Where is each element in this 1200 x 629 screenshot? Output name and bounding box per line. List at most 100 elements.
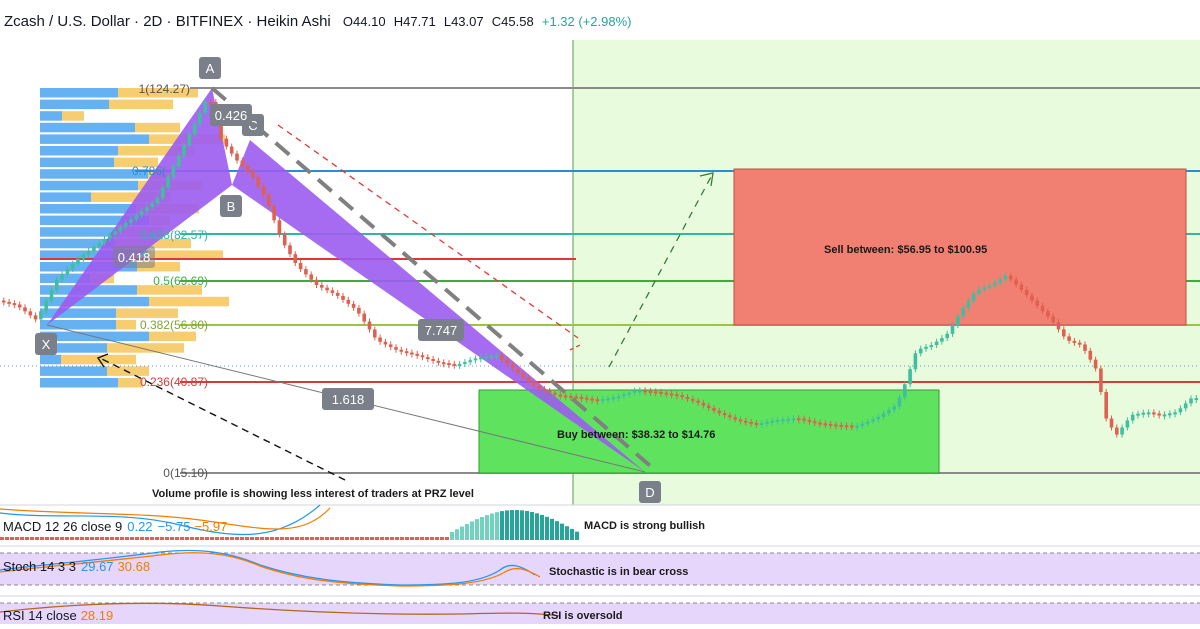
macd-histogram-bar [425, 537, 429, 540]
rsi-name: RSI 14 close [3, 608, 77, 623]
candle-body [346, 299, 351, 304]
fib-label-0382: 0.382(56.80) [140, 318, 208, 332]
stoch-legend[interactable]: Stoch 14 3 3 29.67 30.68 [3, 559, 150, 574]
macd-legend[interactable]: MACD 12 26 close 9 0.22 −5.75 −5.97 [3, 519, 227, 534]
volume-profile-bar-down [149, 296, 229, 307]
volume-profile-bar-down [116, 308, 178, 318]
candle-body [903, 384, 907, 398]
stoch-value-2: 30.68 [117, 559, 151, 574]
macd-histogram-bar [170, 537, 174, 540]
ohlc-change: +1.32 (+2.98%) [541, 14, 632, 29]
candle-body [563, 395, 568, 398]
rsi-legend[interactable]: RSI 14 close 28.19 [3, 608, 113, 623]
macd-histogram-bar [50, 537, 54, 540]
macd-histogram-bar [25, 537, 29, 540]
candle-body [1019, 284, 1024, 290]
macd-histogram-bar [510, 510, 514, 540]
symbol-header[interactable]: Zcash / U.S. Dollar · 2D · BITFINEX · He… [4, 13, 632, 30]
candle-body [288, 245, 292, 255]
macd-histogram-bar [340, 537, 344, 540]
macd-histogram-bar [45, 537, 49, 540]
macd-histogram-bar [570, 528, 574, 540]
candle-body [463, 362, 467, 365]
macd-histogram-bar [225, 537, 229, 540]
candle-body [526, 377, 531, 382]
candle-body [314, 279, 319, 285]
volume-profile-bar-up [40, 88, 118, 98]
candle-body [945, 333, 949, 339]
candle-body [394, 347, 398, 350]
candle-body [129, 219, 133, 224]
macd-histogram-bar [10, 537, 14, 540]
candle-body [908, 369, 912, 385]
candle-body [775, 419, 780, 422]
candle-body [834, 424, 838, 427]
candle-body [664, 392, 669, 395]
macd-histogram-bar [85, 537, 89, 540]
volume-note-dashed-arrow [99, 357, 346, 481]
candle-body [759, 422, 764, 425]
point-d-marker[interactable]: D [639, 481, 661, 503]
macd-histogram-bar [105, 537, 109, 540]
candle-body [65, 269, 70, 275]
volume-profile-bar-down [107, 343, 184, 353]
candle-body [669, 393, 674, 396]
svg-text:7.747: 7.747 [425, 323, 458, 338]
macd-histogram-bar [390, 537, 394, 540]
point-a-marker[interactable]: A [199, 57, 221, 79]
volume-profile-bar-up [40, 146, 118, 156]
candle-body [924, 346, 928, 349]
candle-body [680, 395, 684, 398]
macd-histogram-bar [100, 537, 104, 540]
macd-histogram-bar [270, 537, 274, 540]
candle-body [691, 398, 695, 401]
candle-body [807, 419, 812, 422]
candle-body [155, 198, 160, 204]
symbol-title: Zcash / U.S. Dollar · 2D · BITFINEX · He… [4, 13, 331, 30]
candle-body [1115, 427, 1119, 435]
macd-histogram-bar [180, 537, 184, 540]
point-b-marker[interactable]: B [220, 195, 242, 217]
candle-body [616, 396, 621, 399]
candle-body [192, 123, 197, 135]
ohlc-open: O44.10 [342, 14, 386, 29]
candle-body [293, 254, 298, 263]
candle-body [240, 160, 245, 166]
fib-label-0786: 0.786( [132, 164, 166, 178]
macd-histogram-bar [530, 511, 534, 540]
volume-profile-bar-up [40, 122, 135, 133]
candle-body [1099, 368, 1103, 392]
candle-body [362, 313, 366, 322]
candle-body [1178, 408, 1183, 413]
macd-histogram-bar [460, 526, 464, 540]
candle-body [500, 355, 504, 360]
candle-body [457, 363, 462, 366]
candle-body [728, 415, 732, 418]
macd-histogram-bar [260, 537, 264, 540]
ratio-label-7747: 7.747 [418, 319, 464, 341]
ratio-label-1618: 1.618 [322, 388, 374, 410]
candle-body [325, 287, 329, 291]
candle-body [139, 211, 144, 216]
candle-body [251, 171, 255, 178]
candle-body [929, 345, 934, 348]
macd-histogram-bar [80, 537, 84, 540]
candle-body [1083, 344, 1087, 351]
macd-histogram-bar [375, 537, 379, 540]
candle-body [510, 364, 515, 369]
candle-body [653, 391, 658, 394]
candle-body [399, 349, 404, 352]
candle-body [341, 295, 345, 300]
svg-text:X: X [42, 337, 51, 352]
macd-histogram-bar [555, 521, 559, 540]
macd-histogram-bar [365, 537, 369, 540]
candle-body [797, 418, 801, 421]
candle-body [1125, 420, 1130, 428]
candle-body [659, 391, 663, 394]
candle-body [2, 300, 6, 303]
candle-body [145, 207, 149, 212]
point-x-marker[interactable]: X [35, 333, 57, 355]
macd-histogram-bar [490, 513, 494, 540]
macd-histogram-bar [465, 523, 469, 540]
candle-body [537, 385, 541, 389]
